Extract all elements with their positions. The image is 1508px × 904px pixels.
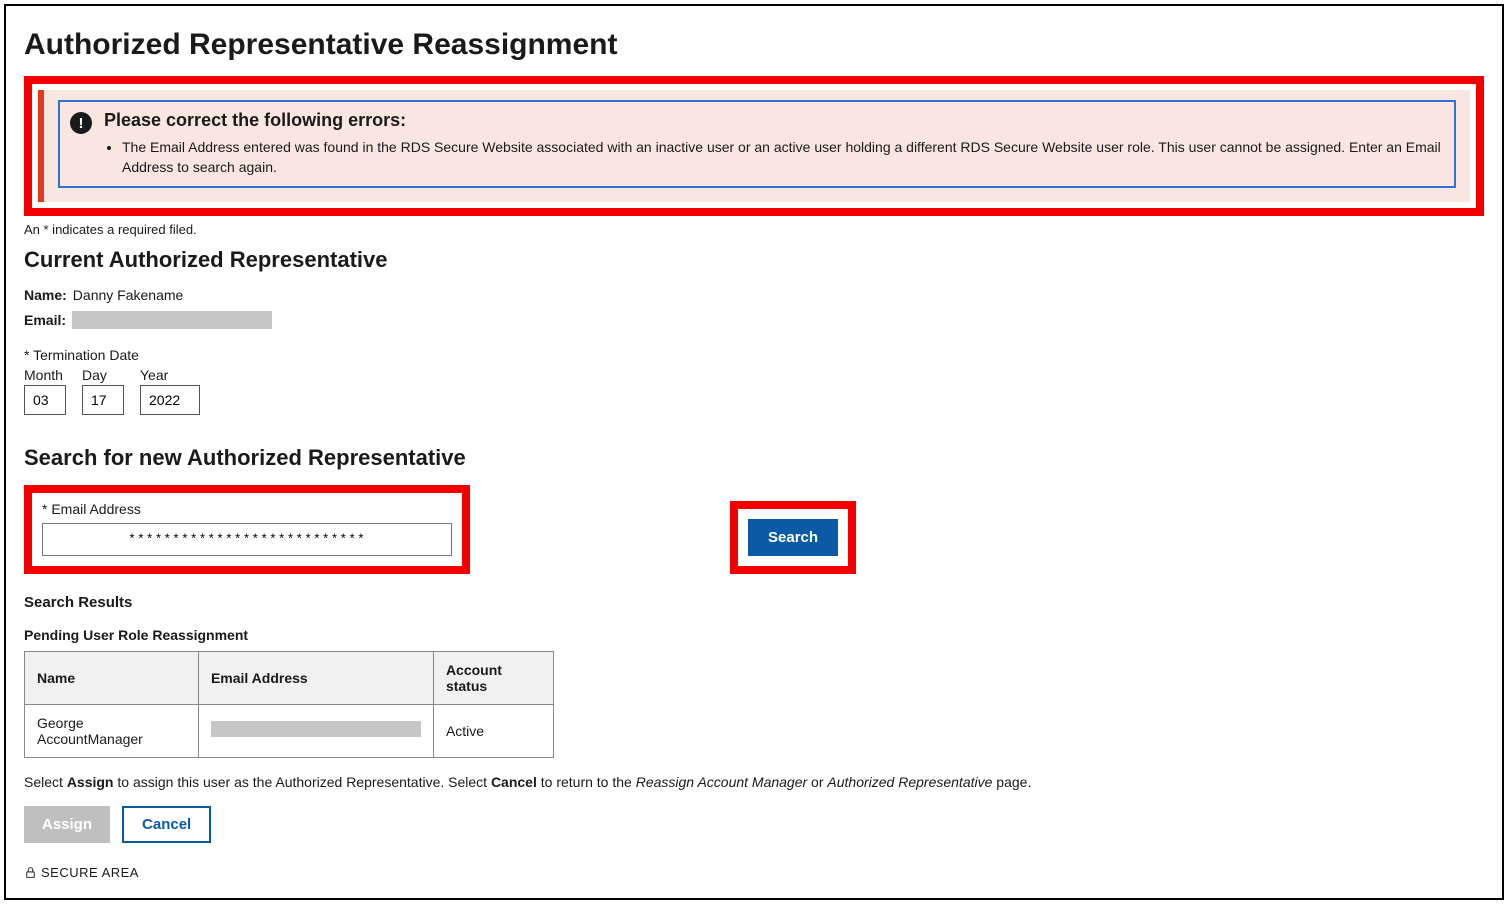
cell-name: George AccountManager xyxy=(25,704,199,757)
search-button[interactable]: Search xyxy=(748,519,838,556)
search-section-heading: Search for new Authorized Representative xyxy=(24,445,1484,471)
lock-icon xyxy=(24,866,37,879)
name-value: Danny Fakename xyxy=(73,287,184,303)
assign-button[interactable]: Assign xyxy=(24,806,110,843)
instructions-text: Select Assign to assign this user as the… xyxy=(24,774,1484,790)
current-rep-heading: Current Authorized Representative xyxy=(24,247,1484,273)
cell-status: Active xyxy=(433,704,553,757)
year-input[interactable] xyxy=(140,385,200,415)
email-label: Email: xyxy=(24,312,66,328)
pending-table: Name Email Address Account status George… xyxy=(24,651,554,758)
col-email: Email Address xyxy=(198,651,433,704)
col-status: Account status xyxy=(433,651,553,704)
termination-date-label: * Termination Date xyxy=(24,347,1484,363)
day-input[interactable] xyxy=(82,385,124,415)
search-results-heading: Search Results xyxy=(24,594,1484,611)
col-name: Name xyxy=(25,651,199,704)
error-alert: ! Please correct the following errors: T… xyxy=(38,90,1470,202)
year-header: Year xyxy=(140,367,200,383)
required-note: An * indicates a required filed. xyxy=(24,222,1484,237)
cancel-button[interactable]: Cancel xyxy=(122,806,211,843)
email-address-label: * Email Address xyxy=(42,501,452,517)
error-heading: Please correct the following errors: xyxy=(104,110,1444,131)
pending-reassignment-label: Pending User Role Reassignment xyxy=(24,627,1484,643)
page-title: Authorized Representative Reassignment xyxy=(24,28,1484,62)
secure-area-footer: SECURE AREA xyxy=(24,865,1484,880)
month-header: Month xyxy=(24,367,66,383)
day-header: Day xyxy=(82,367,124,383)
email-redacted xyxy=(72,311,272,329)
name-label: Name: xyxy=(24,287,67,303)
cell-email xyxy=(198,704,433,757)
error-icon: ! xyxy=(70,112,92,134)
table-row: George AccountManager Active xyxy=(25,704,554,757)
email-input-highlight: * Email Address xyxy=(24,485,470,574)
search-button-highlight: Search xyxy=(730,501,856,574)
error-item: The Email Address entered was found in t… xyxy=(122,137,1444,178)
email-address-input[interactable] xyxy=(42,523,452,556)
month-input[interactable] xyxy=(24,385,66,415)
error-alert-highlight: ! Please correct the following errors: T… xyxy=(24,76,1484,216)
secure-area-label: SECURE AREA xyxy=(41,865,139,880)
cell-email-redacted xyxy=(211,721,421,737)
